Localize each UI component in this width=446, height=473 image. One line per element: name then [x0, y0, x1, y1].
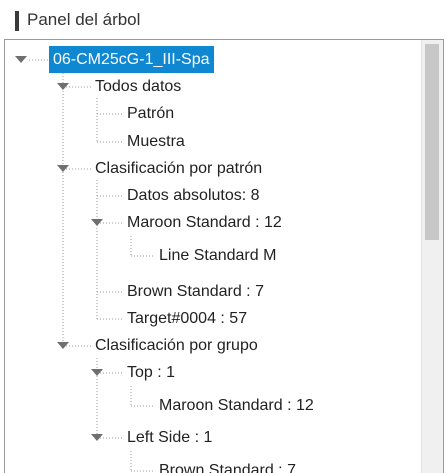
tree-node-label: Brown Standard : 7 [159, 462, 296, 473]
tree-node-label: Clasificación por patrón [95, 160, 263, 177]
expand-arrow-icon[interactable] [57, 342, 69, 349]
tree-node-root[interactable]: 06-CM25cG-1_III-Spa [49, 46, 214, 73]
expand-arrow-icon[interactable] [15, 56, 27, 63]
scrollbar-thumb[interactable] [425, 44, 439, 240]
expand-arrow-icon[interactable] [91, 369, 103, 376]
tree-node-label: Brown Standard : 7 [127, 283, 264, 300]
expand-arrow-icon[interactable] [91, 219, 103, 226]
tree-node-label: Line Standard M [159, 247, 277, 264]
tree-node-label: Muestra [127, 133, 185, 150]
expand-arrow-icon[interactable] [57, 165, 69, 172]
tree-node-muestra[interactable]: Muestra [123, 128, 189, 155]
panel-header: Panel del árbol [0, 0, 446, 38]
tree-node-top[interactable]: Top : 1 [123, 359, 179, 386]
tree-view[interactable]: 06-CM25cG-1_III-Spa Todos datos Patrón M… [4, 39, 444, 473]
expand-arrow-icon[interactable] [91, 434, 103, 441]
tree-node-label: 06-CM25cG-1_III-Spa [49, 46, 214, 73]
panel-title: Panel del árbol [27, 10, 141, 29]
tree-node-label: Clasificación por grupo [95, 337, 258, 354]
tree-node-clasificacion-patron[interactable]: Clasificación por patrón [91, 155, 266, 182]
tree-node-patron[interactable]: Patrón [123, 100, 178, 127]
tree-node-label: Patrón [127, 105, 175, 122]
tree-node-datos-absolutos[interactable]: Datos absolutos: 8 [123, 182, 264, 209]
tree-node-brown-standard[interactable]: Brown Standard : 7 [123, 278, 268, 305]
vertical-scrollbar[interactable] [421, 40, 443, 473]
tree-node-line-standard-m[interactable]: Line Standard M [155, 242, 280, 269]
tree-node-label: Maroon Standard : 12 [159, 397, 314, 414]
tree-node-todos-datos[interactable]: Todos datos [91, 73, 185, 100]
tree-node-label: Left Side : 1 [127, 429, 213, 446]
tree-panel: Panel del árbol 06-CM25cG-1_III-Spa Todo… [0, 0, 446, 473]
tree-node-top-maroon-standard[interactable]: Maroon Standard : 12 [155, 392, 318, 419]
tree-node-maroon-standard[interactable]: Maroon Standard : 12 [123, 209, 286, 236]
tree-node-left-side[interactable]: Left Side : 1 [123, 424, 216, 451]
tree-node-target[interactable]: Target#0004 : 57 [123, 305, 251, 332]
tree-node-label: Maroon Standard : 12 [127, 214, 282, 231]
tree-node-clasificacion-grupo[interactable]: Clasificación por grupo [91, 332, 262, 359]
tree-node-label: Target#0004 : 57 [127, 310, 248, 327]
tree-node-label: Datos absolutos: 8 [127, 187, 260, 204]
tree-node-left-brown-standard[interactable]: Brown Standard : 7 [155, 457, 300, 473]
expand-arrow-icon[interactable] [57, 83, 69, 90]
tree-node-label: Todos datos [95, 78, 182, 95]
tree-node-label: Top : 1 [127, 364, 176, 381]
header-accent-bar [15, 11, 19, 31]
